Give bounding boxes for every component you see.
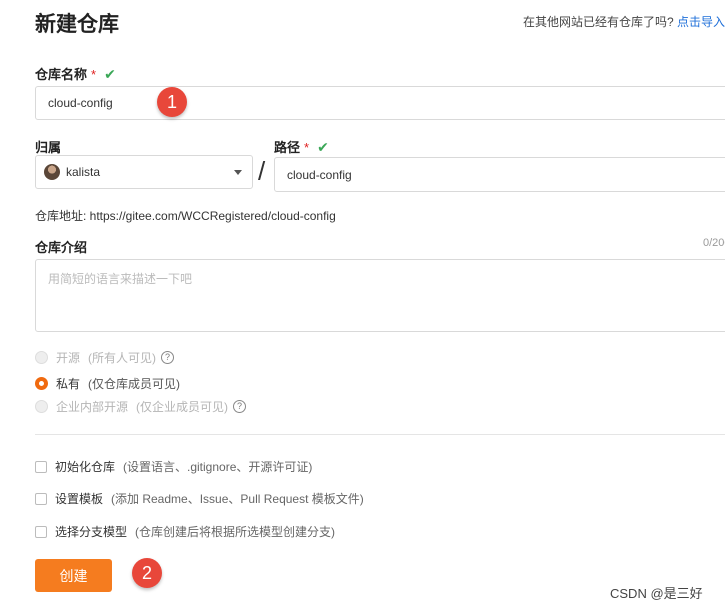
repo-name-label: 仓库名称 * ✔ [35,64,116,83]
required-mark: * [304,140,310,155]
template-option[interactable]: 设置模板 (添加 Readme、Issue、Pull Request 模板文件) [35,490,364,507]
visibility-public-option[interactable]: 开源 (所有人可见) ? [35,349,175,366]
path-separator: / [258,156,266,186]
option-label: 私有 [56,377,81,391]
help-icon[interactable]: ? [233,400,247,413]
help-icon[interactable]: ? [161,351,175,364]
path-input[interactable]: cloud-config [274,157,725,192]
init-repo-option[interactable]: 初始化仓库 (设置语言、.gitignore、开源许可证) [35,458,312,475]
import-prompt: 在其他网站已经有仓库了吗? [523,15,674,29]
description-label: 仓库介绍 [35,240,88,255]
visibility-enterprise-option[interactable]: 企业内部开源 (仅企业成员可见) ? [35,398,247,415]
owner-select[interactable]: kalista [35,155,253,189]
repo-name-value: cloud-config [48,96,113,110]
step-marker-1: 1 [157,87,187,117]
option-hint: (所有人可见) [88,351,157,365]
option-label: 初始化仓库 [55,460,116,474]
required-mark: * [91,67,97,82]
description-textarea[interactable]: 用简短的语言来描述一下吧 [35,259,725,332]
page-title: 新建仓库 [35,13,119,36]
import-hint: 在其他网站已经有仓库了吗? 点击导入 [523,13,725,30]
path-value: cloud-config [287,167,352,182]
checkbox[interactable] [35,525,47,538]
option-hint: (仅仓库成员可见) [88,377,181,391]
repo-url: 仓库地址: https://gitee.com/WCCRegistered/cl… [35,209,336,223]
option-hint: (设置语言、.gitignore、开源许可证) [123,460,313,474]
repo-name-input[interactable]: cloud-config [35,86,725,120]
chevron-down-icon [234,170,242,175]
option-label: 设置模板 [55,492,104,506]
option-hint: (仓库创建后将根据所选模型创建分支) [135,525,336,539]
option-label: 开源 [56,351,81,365]
option-hint: (添加 Readme、Issue、Pull Request 模板文件) [111,492,364,506]
branch-model-option[interactable]: 选择分支模型 (仓库创建后将根据所选模型创建分支) [35,523,335,540]
checkbox[interactable] [35,460,47,473]
step-marker-2: 2 [132,558,162,588]
path-label: 路径 * ✔ [274,137,329,156]
watermark: CSDN @是三好 [610,586,703,601]
valid-check-icon: ✔ [317,139,329,155]
create-button[interactable]: 创建 [35,559,112,592]
path-label-text: 路径 [274,140,301,155]
checkbox[interactable] [35,492,47,505]
option-label: 选择分支模型 [55,525,128,539]
visibility-private-option[interactable]: 私有 (仅仓库成员可见) [35,375,180,392]
owner-value: kalista [66,165,101,179]
radio-button[interactable] [35,400,48,413]
avatar [44,164,60,180]
radio-button[interactable] [35,351,48,364]
divider [35,434,725,435]
repo-name-label-text: 仓库名称 [35,67,88,82]
description-placeholder: 用简短的语言来描述一下吧 [48,272,193,286]
import-link[interactable]: 点击导入 [677,15,725,29]
option-label: 企业内部开源 [56,400,129,414]
owner-label: 归属 [35,140,62,155]
description-counter: 0/200 [703,237,725,249]
option-hint: (仅企业成员可见) [136,400,229,414]
valid-check-icon: ✔ [104,66,116,82]
radio-button-selected[interactable] [35,377,48,390]
